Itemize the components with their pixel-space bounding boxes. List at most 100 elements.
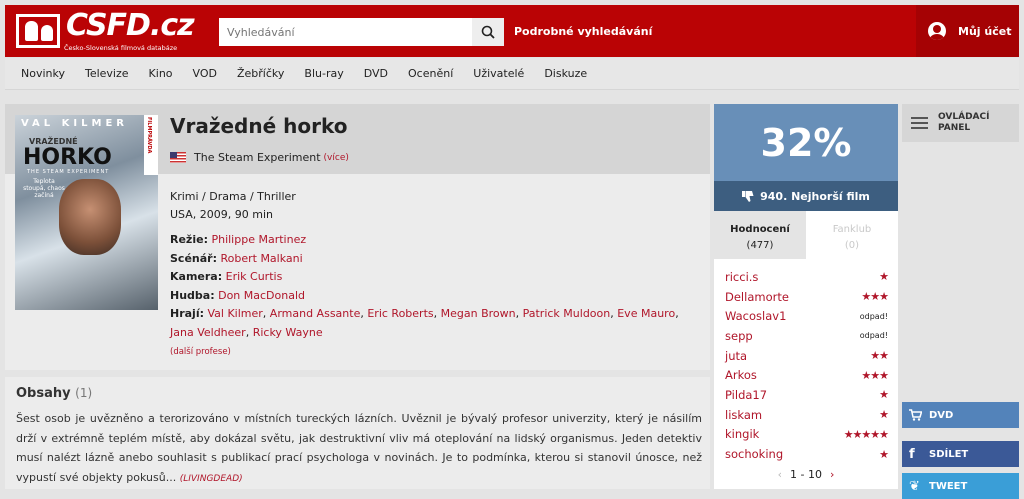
film-title: Vražedné horko: [170, 114, 348, 138]
facebook-icon: f: [909, 446, 915, 462]
dvd-button[interactable]: DVD: [902, 402, 1019, 428]
ratings-list: ricci.s ★ Dellamorte ★★★ Wacoslav1 odpad! s…: [714, 259, 898, 489]
film-genre: Krimi / Drama / Thriller: [170, 190, 296, 203]
alt-title: The Steam Experiment: [194, 151, 321, 164]
writing-label: Scénář:: [170, 251, 217, 265]
tab-fanclub[interactable]: Fanklub (0): [806, 211, 898, 259]
poster-title: HORKO: [23, 145, 112, 170]
facebook-share-button[interactable]: f SDÍLET: [902, 441, 1019, 467]
tab-ratings-label: Hodnocení: [730, 224, 790, 235]
alt-titles-more-link[interactable]: (více): [324, 153, 349, 163]
waste-rating: odpad!: [859, 311, 888, 321]
user-link[interactable]: sepp: [725, 329, 753, 343]
user-link[interactable]: Arkos: [725, 368, 757, 382]
nav-item-kino[interactable]: Kino: [149, 67, 173, 80]
plot-author-link[interactable]: (LIVINGDEAD): [180, 474, 243, 484]
list-item: sepp odpad!: [725, 326, 888, 346]
film-poster[interactable]: VAL KILMER VRAŽEDNÉ HORKO THE STEAM EXPE…: [15, 115, 158, 310]
nav-item-zebricky[interactable]: Žebříčky: [237, 67, 284, 80]
poster-subtitle: THE STEAM EXPERIMENT: [27, 169, 110, 175]
plot-heading-text: Obsahy: [16, 386, 71, 401]
chevron-left-icon[interactable]: ‹: [778, 468, 782, 481]
ratings-pager: ‹ 1 - 10 ›: [714, 468, 898, 481]
tab-ratings-count: (477): [746, 240, 774, 251]
user-link[interactable]: kingik: [725, 427, 759, 441]
logo-text: CSFD.cz: [66, 8, 195, 43]
cast-label: Hrají:: [170, 307, 204, 320]
camera-label: Kamera:: [170, 270, 223, 283]
star-rating: ★★★: [861, 368, 889, 382]
share-label: SDÍLET: [929, 448, 969, 460]
account-label: Můj účet: [958, 24, 1012, 38]
nav-item-uzivatele[interactable]: Uživatelé: [473, 67, 524, 80]
nav-item-novinky[interactable]: Novinky: [21, 67, 65, 80]
film-origin: USA, 2009, 90 min: [170, 208, 273, 221]
cast-link[interactable]: Val Kilmer: [208, 307, 263, 320]
poster-actor: VAL KILMER: [21, 118, 128, 129]
list-item: juta ★★: [725, 346, 889, 366]
cast-link[interactable]: Armand Assante: [270, 307, 361, 320]
rating-tabs: Hodnocení (477) Fanklub (0): [714, 211, 898, 259]
other-professions-link[interactable]: (další profese): [170, 347, 231, 357]
rating-panel: 32% 940. Nejhorší film Hodnocení (477) Fa…: [714, 104, 898, 489]
nav-item-oceneni[interactable]: Ocenění: [408, 67, 453, 80]
cast-link[interactable]: Eric Roberts: [367, 307, 433, 320]
nav-item-vod[interactable]: VOD: [193, 67, 217, 80]
twitter-icon: ❦: [909, 478, 920, 494]
worst-rank-text: 940. Nejhorší film: [760, 189, 870, 203]
user-link[interactable]: sochoking: [725, 447, 783, 461]
nav-item-diskuze[interactable]: Diskuze: [544, 67, 587, 80]
chevron-right-icon[interactable]: ›: [830, 468, 834, 481]
tab-fanclub-count: (0): [844, 240, 860, 251]
nav-item-dvd[interactable]: DVD: [364, 67, 388, 80]
poster-badge: FILMPRÁVDA: [144, 115, 158, 175]
search-button[interactable]: [472, 18, 504, 46]
cast-link[interactable]: Eve Mauro: [617, 307, 675, 320]
main-navigation: Novinky Televize Kino VOD Žebříčky Blu-r…: [5, 58, 1019, 90]
us-flag-icon: [170, 152, 186, 163]
waste-rating: odpad!: [859, 331, 888, 341]
control-panel-label: OVLÁDACÍ PANEL: [938, 112, 990, 133]
user-link[interactable]: Wacoslav1: [725, 309, 786, 323]
user-link[interactable]: liskam: [725, 408, 762, 422]
list-item: kingik ★★★★★: [725, 425, 889, 445]
nav-item-televize[interactable]: Televize: [85, 67, 129, 80]
account-button[interactable]: Můj účet: [916, 5, 1019, 57]
advanced-search-link[interactable]: Podrobné vyhledávání: [514, 25, 652, 38]
pager-range: 1 - 10: [790, 468, 822, 481]
logo-subtitle: Česko-Slovenská filmová databáze: [64, 44, 178, 52]
cast-link[interactable]: Megan Brown: [441, 307, 516, 320]
star-rating: ★: [879, 388, 889, 402]
dvd-label: DVD: [929, 409, 954, 421]
control-panel-button[interactable]: OVLÁDACÍ PANEL: [902, 104, 1019, 142]
user-link[interactable]: ricci.s: [725, 270, 758, 284]
twitter-button[interactable]: ❦ TWEET: [902, 473, 1019, 499]
camera-link[interactable]: Erik Curtis: [226, 270, 283, 283]
director-link[interactable]: Philippe Martinez: [211, 233, 306, 246]
user-link[interactable]: Pilda17: [725, 388, 767, 402]
cast-link[interactable]: Jana Veldheer: [170, 326, 246, 339]
alt-title-row: The Steam Experiment (více): [170, 151, 349, 164]
user-link[interactable]: Dellamorte: [725, 290, 789, 304]
plot-count: (1): [75, 386, 93, 400]
plot-body: Šest osob je uvězněno a terorizováno v m…: [16, 412, 702, 484]
list-item: ricci.s ★: [725, 267, 889, 287]
music-link[interactable]: Don MacDonald: [218, 289, 305, 302]
directing-label: Režie:: [170, 233, 208, 246]
search-box: [219, 18, 504, 46]
star-rating: ★★: [870, 349, 889, 363]
film-crew: Režie: Philippe Martinez Scénář: Robert …: [170, 231, 705, 362]
writer-link[interactable]: Robert Malkani: [220, 252, 302, 265]
user-link[interactable]: juta: [725, 349, 747, 363]
tab-ratings[interactable]: Hodnocení (477): [714, 211, 806, 259]
cast-link[interactable]: Ricky Wayne: [253, 326, 323, 339]
thumbs-down-icon: [742, 190, 754, 202]
user-icon: [928, 22, 946, 40]
cast-link[interactable]: Patrick Muldoon: [523, 307, 611, 320]
site-logo[interactable]: CSFD.cz Česko-Slovenská filmová databáze: [16, 8, 195, 52]
search-input[interactable]: [219, 18, 469, 46]
nav-item-bluray[interactable]: Blu-ray: [304, 67, 343, 80]
star-rating: ★★★: [861, 290, 889, 304]
worst-rank-link[interactable]: 940. Nejhorší film: [714, 181, 898, 211]
search-icon: [481, 25, 495, 39]
